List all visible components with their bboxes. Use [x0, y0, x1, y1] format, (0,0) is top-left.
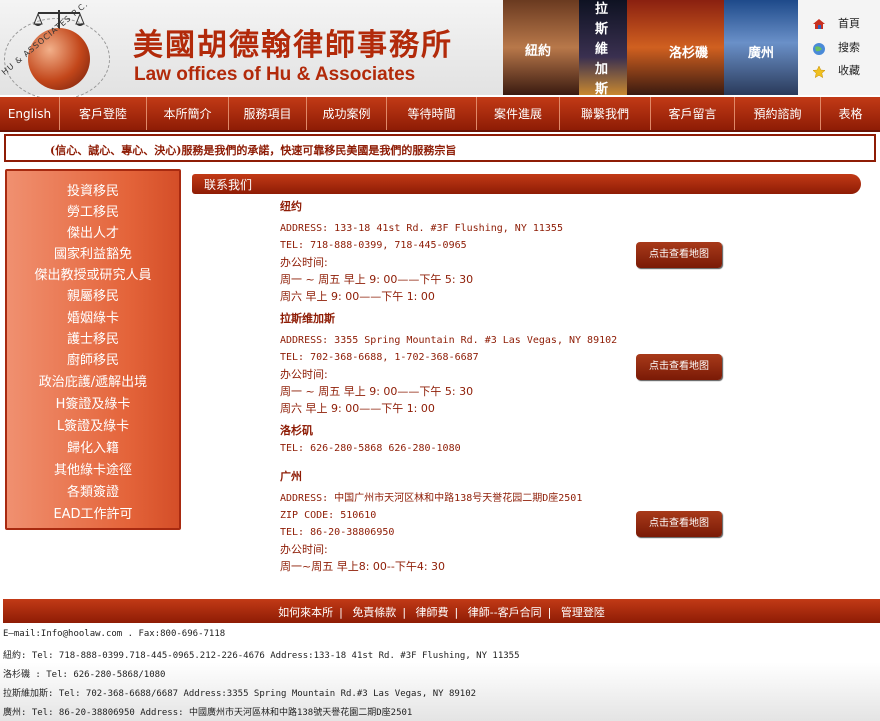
office-tel: TEL: 702-368-6688, 1-702-368-6687 [280, 352, 479, 363]
office-losangeles: 洛杉矶 TEL: 626-280-5868 626-280-1080 [280, 422, 461, 457]
office-hours-label: 办公时间: [280, 256, 328, 269]
sidebar-item-asylum[interactable]: 政治庇護/遞解出境 [7, 371, 179, 390]
globe-icon [812, 42, 825, 55]
nav-english[interactable]: English [0, 97, 60, 130]
sidebar-item-l-visa[interactable]: L簽證及綠卡 [7, 415, 179, 434]
city-label-lasvegas: 拉斯維加斯 [595, 2, 609, 95]
nav-wait-times[interactable]: 等待時間 [387, 97, 477, 130]
sidebar: 投資移民 勞工移民 傑出人才 國家利益豁免 傑出教授或研究人員 親屬移民 婚姻綠… [5, 169, 181, 530]
sidebar-item-niw[interactable]: 國家利益豁免 [7, 243, 179, 262]
footer-link-fees[interactable]: 律師費 [416, 606, 449, 619]
city-photo-losangeles[interactable]: 洛杉磯 [627, 0, 724, 95]
footer-links: 如何來本所 | 免責條款 | 律師費 | 律師--客戶合同 | 管理登陸 [278, 606, 605, 619]
nav-case-status[interactable]: 案件進展 [477, 97, 560, 130]
office-hours-weekday: 周一~周五 早上8: 00--下午4: 30 [280, 560, 446, 573]
office-hours-saturday: 周六 早上 9: 00——下午 1: 00 [280, 290, 435, 303]
office-hours-weekday: 周一 ~ 周五 早上 9: 00——下午 5: 30 [280, 385, 474, 398]
office-address: ADDRESS: 133-18 41st Rd. #3F Flushing, N… [280, 223, 563, 234]
footer-link-admin-login[interactable]: 管理登陸 [561, 606, 605, 619]
map-button-guangzhou[interactable]: 点击查看地图 [636, 511, 722, 537]
office-address: ADDRESS: 中国广州市天河区林和中路138号天誉花园二期D座2501 [280, 493, 583, 504]
office-zip: ZIP CODE: 510610 [280, 510, 377, 521]
nav-services[interactable]: 服務項目 [229, 97, 307, 130]
main-nav: English 客戶登陸 本所簡介 服務項目 成功案例 等待時間 案件進展 聯繫… [0, 97, 880, 132]
sidebar-item-naturalization[interactable]: 歸化入籍 [7, 437, 179, 456]
city-photo-lasvegas[interactable]: 拉斯維加斯 [579, 0, 627, 95]
office-lasvegas: 拉斯维加斯 ADDRESS: 3355 Spring Mountain Rd. … [280, 310, 617, 417]
city-label-newyork: 紐約 [525, 44, 552, 59]
slogan-box: (信心、誠心、專心、決心)服務是我們的承諾，快速可靠移民美國是我們的服務宗旨 [4, 134, 876, 162]
office-newyork: 纽约 ADDRESS: 133-18 41st Rd. #3F Flushing… [280, 198, 563, 305]
office-guangzhou: 广州 ADDRESS: 中国广州市天河区林和中路138号天誉花园二期D座2501… [280, 468, 582, 575]
footer-link-disclaimer[interactable]: 免責條款 [352, 606, 396, 619]
nav-appointment[interactable]: 預約諮詢 [735, 97, 821, 130]
city-photo-guangzhou[interactable]: 廣州 [724, 0, 798, 95]
footer-info-lasvegas: 拉斯維加斯: Tel: 702-368-6688/6687 Address:33… [3, 689, 477, 699]
map-button-lasvegas[interactable]: 点击查看地图 [636, 354, 722, 380]
sidebar-item-labor[interactable]: 勞工移民 [7, 201, 179, 220]
office-name: 洛杉矶 [280, 424, 313, 437]
nav-client-login[interactable]: 客戶登陸 [60, 97, 147, 130]
office-hours-label: 办公时间: [280, 543, 328, 556]
footer-info-guangzhou: 廣州: Tel: 86-20-38806950 Address: 中國廣州市天河… [3, 708, 413, 718]
bookmark-link-label: 收藏 [838, 64, 860, 77]
footer-email: E—mail:Info@hoolaw.com . Fax:800-696-711… [3, 629, 226, 639]
home-icon [812, 18, 825, 30]
map-button-newyork[interactable]: 点击查看地图 [636, 242, 722, 268]
sidebar-item-investment[interactable]: 投資移民 [7, 180, 179, 199]
footer-info-newyork: 紐約: Tel: 718-888-0399.718-445-0965.212-2… [3, 651, 520, 661]
office-name: 纽约 [280, 200, 302, 213]
nav-guestbook[interactable]: 客戶留言 [651, 97, 735, 130]
header: HU & ASSOCIATES P.C. 美國胡德翰律師事務所 Law offi… [0, 0, 880, 100]
office-tel: TEL: 86-20-38806950 [280, 527, 395, 538]
footer-nav: 如何來本所 | 免責條款 | 律師費 | 律師--客戶合同 | 管理登陸 [3, 599, 880, 623]
section-title: 联系我们 [204, 178, 253, 192]
sidebar-item-marriage[interactable]: 婚姻綠卡 [7, 307, 179, 326]
firm-title-en: Law offices of Hu & Associates [134, 64, 416, 85]
office-tel: TEL: 718-888-0399, 718-445-0965 [280, 240, 467, 251]
sidebar-item-family[interactable]: 親屬移民 [7, 285, 179, 304]
sidebar-item-talent[interactable]: 傑出人才 [7, 222, 179, 241]
footer-info-losangeles: 洛杉磯 : Tel: 626-280-5868/1080 [3, 670, 166, 680]
sidebar-item-chef[interactable]: 廚師移民 [7, 349, 179, 368]
sidebar-item-ead[interactable]: EAD工作許可 [7, 503, 179, 522]
nav-contact[interactable]: 聯繫我們 [560, 97, 651, 130]
slogan-text: (信心、誠心、專心、決心)服務是我們的承諾，快速可靠移民美國是我們的服務宗旨 [50, 144, 457, 157]
search-link-label: 搜索 [838, 41, 860, 54]
footer-link-directions[interactable]: 如何來本所 [278, 606, 333, 619]
office-name: 拉斯维加斯 [280, 312, 335, 325]
home-link-label: 首頁 [838, 17, 860, 30]
city-photo-newyork[interactable]: 紐約 [503, 0, 579, 95]
quick-links: 首頁 搜索 收藏 [798, 0, 880, 95]
office-hours-label: 办公时间: [280, 368, 328, 381]
sidebar-item-professor[interactable]: 傑出教授或研究人員 [7, 264, 179, 283]
bookmark-link[interactable]: 收藏 [812, 62, 860, 79]
firm-title-cn: 美國胡德翰律師事務所 [133, 28, 453, 63]
sidebar-item-visas[interactable]: 各類簽證 [7, 481, 179, 500]
sidebar-item-other-greencard[interactable]: 其他綠卡途徑 [7, 459, 179, 478]
office-name: 广州 [280, 470, 302, 483]
office-address: ADDRESS: 3355 Spring Mountain Rd. #3 Las… [280, 335, 618, 346]
logo-area: HU & ASSOCIATES P.C. 美國胡德翰律師事務所 Law offi… [0, 0, 503, 100]
star-icon [812, 65, 826, 79]
sidebar-item-h-visa[interactable]: H簽證及綠卡 [7, 393, 179, 412]
nav-success-cases[interactable]: 成功案例 [307, 97, 387, 130]
city-label-guangzhou: 廣州 [748, 46, 775, 61]
search-link[interactable]: 搜索 [812, 39, 860, 55]
home-link[interactable]: 首頁 [812, 15, 860, 31]
office-tel: TEL: 626-280-5868 626-280-1080 [280, 443, 461, 454]
nav-forms[interactable]: 表格 [821, 97, 880, 130]
nav-about[interactable]: 本所簡介 [147, 97, 229, 130]
section-header: 联系我们 [192, 174, 861, 194]
sidebar-item-nurse[interactable]: 護士移民 [7, 328, 179, 347]
footer-link-contract[interactable]: 律師--客戶合同 [468, 606, 542, 619]
office-hours-saturday: 周六 早上 9: 00——下午 1: 00 [280, 402, 435, 415]
city-label-losangeles: 洛杉磯 [669, 46, 709, 61]
office-hours-weekday: 周一 ~ 周五 早上 9: 00——下午 5: 30 [280, 273, 474, 286]
